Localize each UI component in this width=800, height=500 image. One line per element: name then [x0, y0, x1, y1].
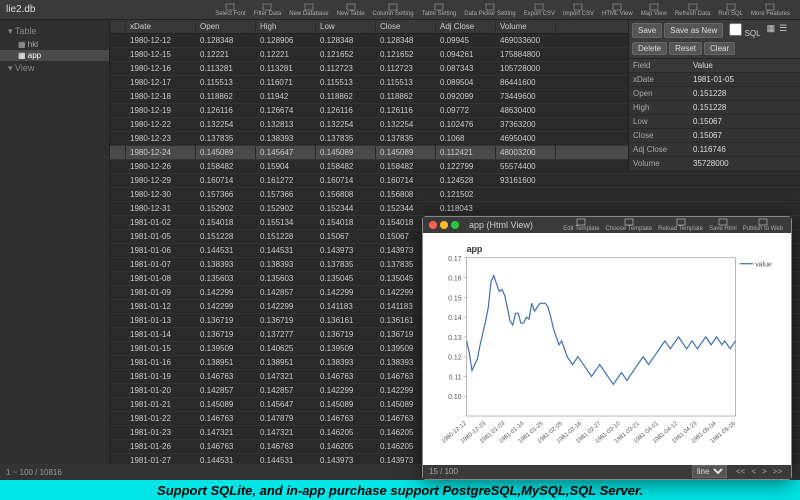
detail-row[interactable]: Volume35728000	[629, 157, 800, 171]
toolbar-import-csv[interactable]: Import CSV	[559, 2, 598, 18]
toolbar-more-features[interactable]: More Features	[747, 2, 794, 18]
svg-text:0.11: 0.11	[449, 375, 462, 382]
promo-banner: Support SQLite, and in-app purchase supp…	[0, 480, 800, 500]
svg-text:0.17: 0.17	[448, 256, 462, 263]
detail-row[interactable]: Low0.15067	[629, 115, 800, 129]
table-row[interactable]: 1980-12-310.1529020.1529020.1523440.1523…	[110, 202, 800, 216]
toolbar-export-csv[interactable]: Export CSV	[520, 2, 559, 18]
col-header[interactable]: Open	[196, 20, 256, 33]
chart-choose-template[interactable]: Choose Template	[604, 218, 655, 232]
chart-nav[interactable]: <<	[733, 467, 748, 476]
detail-panel: SaveSave as New SQL▦☰DeleteResetClear Fi…	[628, 20, 800, 171]
chart-nav[interactable]: >	[759, 467, 770, 476]
toolbar-new-database[interactable]: New Database	[285, 2, 332, 18]
svg-text:value: value	[755, 262, 772, 269]
chart-publish-to-web[interactable]: Publish to Web	[741, 218, 785, 232]
sql-checkbox[interactable]	[729, 23, 742, 36]
status-row-count: 1 ~ 100 / 10816	[6, 468, 62, 477]
chart-save-html[interactable]: Save Html	[707, 218, 739, 232]
toolbar-run-sql[interactable]: Run SQL	[714, 2, 747, 18]
detail-row[interactable]: Close0.15067	[629, 129, 800, 143]
chart-row-count: 15 / 100	[429, 467, 458, 476]
col-header[interactable]: Volume	[496, 20, 556, 33]
col-header[interactable]: Close	[376, 20, 436, 33]
toolbar-table-setting[interactable]: Table Setting	[418, 2, 461, 18]
detail-row[interactable]: Adj Close0.116746	[629, 143, 800, 157]
col-header[interactable]: Low	[316, 20, 376, 33]
chart-nav[interactable]: <	[748, 467, 759, 476]
save-button[interactable]: Save	[632, 23, 662, 38]
toolbar-map-view[interactable]: Map View	[637, 2, 671, 18]
delete-button[interactable]: Delete	[632, 42, 667, 55]
close-icon[interactable]	[429, 221, 437, 229]
zoom-icon[interactable]	[451, 221, 459, 229]
toolbar-html-view[interactable]: HTML View	[598, 2, 637, 18]
sidebar-item-app[interactable]: ▦ app	[0, 50, 109, 61]
main-toolbar: lie2.db Select FontFilter DataNew Databa…	[0, 0, 800, 20]
detail-row[interactable]: Open0.151228	[629, 87, 800, 101]
window-title: lie2.db	[6, 4, 35, 15]
toolbar-column-setting[interactable]: Column Setting	[369, 2, 418, 18]
list-icon[interactable]: ☰	[777, 23, 789, 33]
grid-icon[interactable]: ▦	[765, 23, 778, 33]
chart-body: app value 0.10 0.11 0.12 0.13 0.14 0.15 0.16 0.17…	[423, 233, 791, 465]
chart-edit-template[interactable]: Edit Template	[561, 218, 601, 232]
toolbar-new-table[interactable]: New Table	[333, 2, 369, 18]
chart-window-title: app (Html View)	[469, 220, 533, 230]
col-header[interactable]: xDate	[126, 20, 196, 33]
svg-text:0.10: 0.10	[448, 394, 462, 401]
toolbar-filter-data[interactable]: Filter Data	[250, 2, 286, 18]
svg-text:0.15: 0.15	[448, 295, 462, 302]
toolbar-select-font[interactable]: Select Font	[211, 2, 249, 18]
chart-window: app (Html View) Edit TemplateChoose Temp…	[422, 216, 792, 480]
save-as-new-button[interactable]: Save as New	[664, 23, 723, 38]
sidebar-view-header[interactable]: ▾ View	[0, 61, 109, 76]
svg-text:0.16: 0.16	[448, 276, 462, 283]
svg-text:0.12: 0.12	[448, 355, 462, 362]
detail-row[interactable]: High0.151228	[629, 101, 800, 115]
sidebar: ▾ Table ▦ hkl▦ app ▾ View	[0, 20, 110, 464]
toolbar-refresh-data[interactable]: Refresh Data	[671, 2, 714, 18]
col-header[interactable]: High	[256, 20, 316, 33]
clear-button[interactable]: Clear	[704, 42, 735, 55]
svg-text:0.13: 0.13	[448, 335, 462, 342]
table-row[interactable]: 1980-12-300.1573660.1573660.1568080.1568…	[110, 188, 800, 202]
reset-button[interactable]: Reset	[669, 42, 702, 55]
minimize-icon[interactable]	[440, 221, 448, 229]
chart-nav[interactable]: >>	[770, 467, 785, 476]
sidebar-table-header[interactable]: ▾ Table	[0, 24, 109, 39]
chart-window-titlebar[interactable]: app (Html View) Edit TemplateChoose Temp…	[423, 217, 791, 233]
detail-row[interactable]: xDate1981-01-05	[629, 73, 800, 87]
chart-type-select[interactable]: line	[692, 465, 727, 478]
toolbar-data-picker-setting[interactable]: Data Picker Setting	[460, 2, 519, 18]
col-header[interactable]: Adj Close	[436, 20, 496, 33]
table-row[interactable]: 1980-12-290.1607140.1612720.1607140.1607…	[110, 174, 800, 188]
chart-status-bar: 15 / 100 line <<<>>>	[423, 465, 791, 479]
chart-reload-template[interactable]: Reload Template	[656, 218, 705, 232]
col-header[interactable]	[110, 20, 126, 33]
svg-text:app: app	[467, 244, 483, 254]
sidebar-item-hkl[interactable]: ▦ hkl	[0, 39, 109, 50]
svg-text:0.14: 0.14	[448, 315, 462, 322]
